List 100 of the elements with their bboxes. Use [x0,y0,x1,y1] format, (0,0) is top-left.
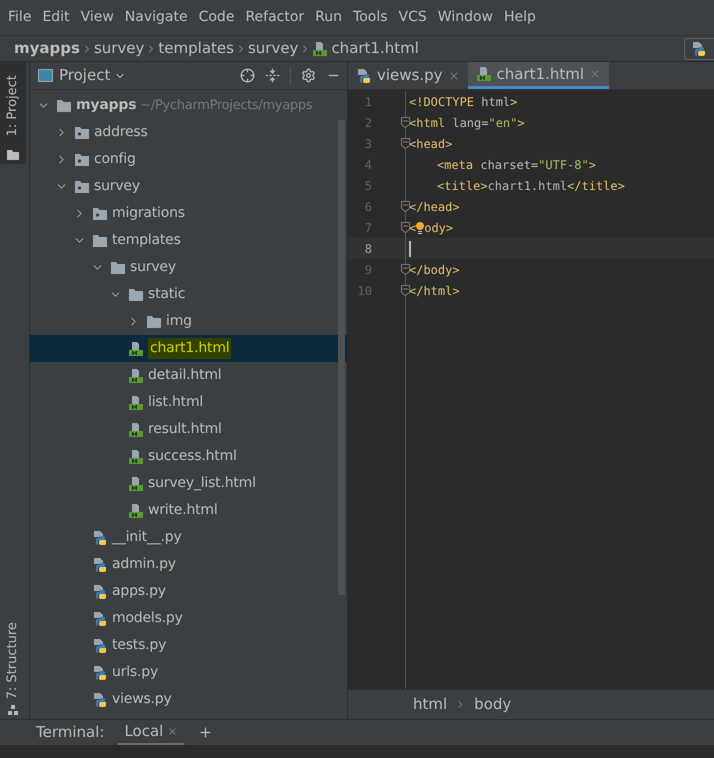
menu-item[interactable]: Help [504,7,536,28]
code-token: > [517,114,525,132]
code-token: </body> [409,262,460,278]
terminal-title: Terminal: [36,722,104,744]
editor-tab[interactable]: chart1.html [468,62,610,89]
tree-row[interactable]: __init__.py [30,524,347,551]
tree-row[interactable]: result.html [30,416,347,443]
scrollbar[interactable] [338,120,345,595]
menu-item[interactable]: Refactor [245,7,304,28]
file-name: models.py [112,609,183,628]
tree-row[interactable]: tests.py [30,632,347,659]
package-folder-icon [74,126,90,140]
menu-item[interactable]: Run [315,7,342,28]
breadcrumb-item[interactable]: html [413,693,448,716]
tree-row[interactable]: survey_list.html [30,470,347,497]
line-number: 7 [364,220,373,236]
fold-icon[interactable] [401,117,410,128]
code-token: <html [409,114,446,132]
html-file-icon [128,340,144,356]
menu-item[interactable]: Tools [353,7,388,28]
tree-row[interactable]: myapps ~/PycharmProjects/myapps [30,92,347,119]
tree-row[interactable]: migrations [30,200,347,227]
fold-icon[interactable] [401,264,410,275]
breadcrumb-item[interactable]: survey [94,37,144,60]
folder-icon [92,234,108,248]
menu-item[interactable]: View [80,7,114,28]
tree-row[interactable]: urls.py [30,659,347,686]
code-token: </head> [409,198,460,216]
tree-row[interactable]: views.py [30,686,347,713]
file-name: myapps [76,96,136,115]
html-file-icon [128,476,144,492]
side-tool-tab[interactable]: 7: Structure [0,617,26,719]
run-configuration-button[interactable] [684,38,714,60]
tree-row[interactable]: models.py [30,605,347,632]
code-token: ody> [424,220,454,236]
code-token: html [481,94,510,110]
locate-icon[interactable] [240,68,255,83]
fold-icon[interactable] [401,138,410,149]
fold-icon[interactable] [401,201,410,212]
python-file-icon [356,68,372,84]
menu-item[interactable]: File [8,7,32,28]
editor-tab[interactable]: views.py [348,62,468,89]
breadcrumb-item[interactable]: body [474,693,512,716]
menu-item[interactable]: VCS [398,7,427,28]
code-token: > [510,94,518,110]
tree-row[interactable]: admin.py [30,551,347,578]
settings-icon[interactable] [301,68,316,83]
side-tool-tab[interactable]: 1: Project [0,62,26,164]
lightbulb-icon[interactable] [416,220,424,234]
tree-row[interactable]: address [30,119,347,146]
tree-row[interactable]: survey [30,173,347,200]
file-name: survey [94,177,140,196]
menu-item[interactable]: Edit [42,7,70,28]
folder-icon [128,288,144,302]
code-token: lang= [452,114,488,132]
menu-item[interactable]: Code [198,7,234,28]
tree-row[interactable]: list.html [30,389,347,416]
tree-row[interactable]: write.html [30,497,347,524]
file-name: chart1.html [148,338,232,359]
tree-row[interactable]: templates [30,227,347,254]
tree-row[interactable]: detail.html [30,362,347,389]
html-file-icon [312,40,328,56]
code-token: </title> [567,178,625,194]
package-folder-icon [92,206,108,220]
html-file-icon [128,422,144,438]
collapse-all-icon[interactable] [265,68,280,83]
line-number: 1 [364,94,373,110]
fold-icon[interactable] [401,285,410,296]
close-icon[interactable] [448,70,460,82]
breadcrumb-item[interactable]: myapps [14,37,80,60]
menu-item[interactable]: Navigate [124,7,188,28]
file-name: migrations [112,204,185,223]
file-name: write.html [148,501,218,520]
python-file-icon [92,638,108,654]
add-icon[interactable] [198,725,214,740]
html-file-icon [128,502,144,518]
fold-icon[interactable] [401,222,410,233]
breadcrumb-item[interactable]: survey [248,37,298,60]
package-folder-icon [74,152,90,166]
tree-row[interactable]: chart1.html [30,335,347,362]
line-number: 9 [364,262,373,278]
file-name: templates [112,231,181,250]
tree-row[interactable]: config [30,146,347,173]
tree-row[interactable]: success.html [30,443,347,470]
tree-row[interactable]: apps.py [30,578,347,605]
tree-row[interactable]: img [30,308,347,335]
code-token: <!DOCTYPE [409,94,476,110]
line-number: 6 [364,198,373,216]
tree-row[interactable]: survey [30,254,347,281]
file-name: detail.html [148,366,222,385]
python-file-icon [92,556,108,572]
tree-row[interactable]: static [30,281,347,308]
breadcrumb-item[interactable]: chart1.html [331,37,419,60]
folder-icon [56,98,72,112]
project-path: ~/PycharmProjects/myapps [140,96,312,115]
breadcrumb-item[interactable]: templates [158,37,234,60]
menu-item[interactable]: Window [438,7,493,28]
html-file-icon [128,368,144,384]
close-icon[interactable] [167,726,178,736]
project-view-dropdown[interactable]: Project [59,64,126,87]
